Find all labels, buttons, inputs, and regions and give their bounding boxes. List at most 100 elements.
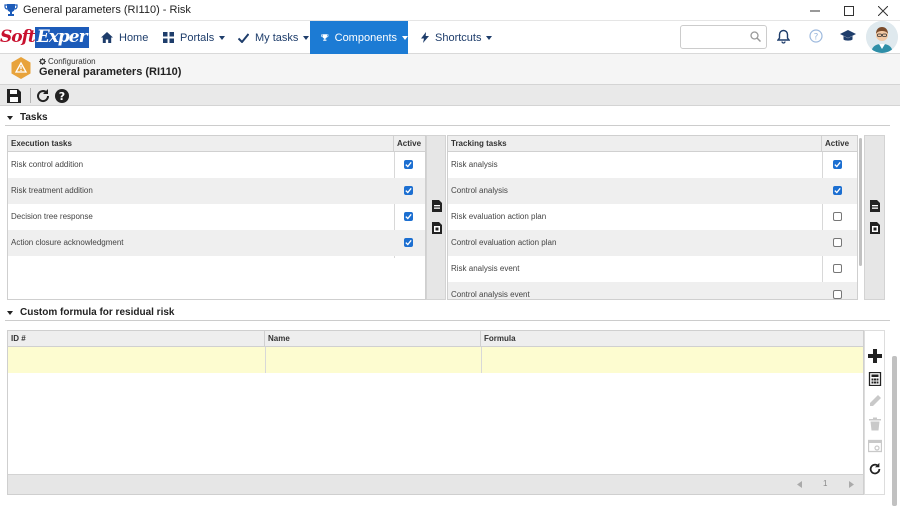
column-divider: [265, 347, 266, 373]
user-avatar-icon: [866, 21, 898, 53]
page-scrollbar[interactable]: [892, 356, 897, 506]
nav-portals[interactable]: Portals: [163, 21, 226, 54]
active-checkbox[interactable]: [833, 212, 842, 221]
close-button[interactable]: [866, 0, 900, 21]
table-row[interactable]: Control evaluation action plan: [448, 230, 857, 256]
table-row[interactable]: Risk control addition: [8, 152, 425, 178]
formula-actions-strip: [864, 330, 885, 495]
table-row[interactable]: Decision tree response: [8, 204, 425, 230]
table-row[interactable]: Risk treatment addition: [8, 178, 425, 204]
home-icon: [101, 32, 113, 43]
column-header-active[interactable]: Active: [394, 136, 426, 152]
minimize-icon: [810, 10, 820, 11]
table-row[interactable]: Control analysis: [448, 178, 857, 204]
active-checkbox[interactable]: [404, 186, 413, 195]
nav-my-tasks[interactable]: My tasks: [238, 21, 310, 54]
trophy-icon: [321, 34, 329, 41]
gear-icon: [39, 58, 46, 65]
checkmark-icon: [405, 161, 412, 168]
maximize-button[interactable]: [832, 0, 866, 21]
checkmark-icon: [834, 161, 841, 168]
breadcrumb[interactable]: Configuration: [39, 57, 96, 66]
tracking-actions-strip: [864, 135, 885, 300]
calculator-icon[interactable]: [868, 372, 882, 386]
page-title: General parameters (RI110): [39, 66, 182, 78]
document-edit-icon[interactable]: [868, 199, 882, 213]
active-checkbox[interactable]: [404, 212, 413, 221]
tasks-section-header[interactable]: Tasks: [5, 110, 890, 126]
column-header-name[interactable]: Name: [265, 331, 481, 347]
search-field[interactable]: [680, 25, 767, 49]
active-checkbox[interactable]: [833, 186, 842, 195]
svg-text:?: ?: [59, 90, 65, 103]
prev-page-icon[interactable]: [797, 481, 803, 488]
active-checkbox[interactable]: [833, 160, 842, 169]
checkmark-icon: [405, 187, 412, 194]
grid-header: Tracking tasks Active: [448, 136, 857, 152]
active-checkbox[interactable]: [833, 238, 842, 247]
bell-icon[interactable]: [777, 29, 790, 44]
softexpert-logo[interactable]: Soft Exper: [0, 26, 89, 48]
help-icon[interactable]: ?: [54, 88, 70, 104]
column-header-execution-tasks[interactable]: Execution tasks: [8, 136, 394, 152]
active-checkbox[interactable]: [833, 290, 842, 299]
active-checkbox[interactable]: [833, 264, 842, 273]
column-header-tracking-tasks[interactable]: Tracking tasks: [448, 136, 822, 152]
risk-warning-icon: [11, 57, 31, 79]
column-header-formula[interactable]: Formula: [481, 331, 864, 347]
graduation-cap-icon[interactable]: [840, 29, 856, 43]
empty-new-row[interactable]: [8, 347, 863, 373]
page-header: Configuration General parameters (RI110): [0, 54, 900, 84]
view-record-icon[interactable]: [868, 439, 882, 453]
pencil-icon[interactable]: [868, 394, 882, 408]
table-row[interactable]: Risk analysis event: [448, 256, 857, 282]
formula-grid: ID # Name Formula 1: [7, 330, 864, 495]
toolbar-separator: [30, 88, 31, 103]
column-header-id[interactable]: ID #: [8, 331, 265, 347]
top-navbar: Soft Exper Home Portals My tasks Componen…: [0, 21, 900, 54]
active-checkbox[interactable]: [404, 238, 413, 247]
document-edit-icon[interactable]: [430, 199, 444, 213]
trophy-icon: [4, 4, 18, 16]
window-titlebar: General parameters (RI110) - Risk: [0, 0, 900, 21]
tracking-grid-scrollbar[interactable]: [859, 138, 862, 266]
table-row[interactable]: Risk evaluation action plan: [448, 204, 857, 230]
table-row[interactable]: Risk analysis: [448, 152, 857, 178]
check-icon: [238, 32, 249, 43]
help-icon[interactable]: ?: [809, 29, 823, 43]
active-checkbox[interactable]: [404, 160, 413, 169]
grid-header: ID # Name Formula: [8, 331, 863, 347]
formula-section-header[interactable]: Custom formula for residual risk: [5, 305, 890, 321]
refresh-icon[interactable]: [35, 88, 51, 104]
nav-home[interactable]: Home: [101, 21, 148, 54]
collapse-caret-icon: [7, 310, 13, 315]
portals-icon: [163, 32, 174, 43]
grid-header: Execution tasks Active: [8, 136, 425, 152]
nav-shortcuts[interactable]: Shortcuts: [421, 21, 493, 54]
search-input[interactable]: [685, 26, 749, 48]
svg-text:?: ?: [814, 33, 819, 43]
grid-pager: 1: [8, 474, 863, 494]
add-icon[interactable]: [868, 349, 882, 363]
trash-icon[interactable]: [868, 417, 882, 431]
page-number[interactable]: 1: [823, 479, 827, 488]
document-copy-icon[interactable]: [868, 221, 882, 235]
checkmark-icon: [405, 239, 412, 246]
main-toolbar: ?: [0, 84, 900, 106]
tracking-tasks-grid: Tracking tasks Active Risk analysis Cont…: [447, 135, 858, 300]
next-page-icon[interactable]: [848, 481, 854, 488]
bolt-icon: [421, 32, 429, 43]
table-row[interactable]: Control analysis event: [448, 282, 857, 299]
search-icon[interactable]: [750, 31, 761, 42]
execution-tasks-grid: Execution tasks Active Risk control addi…: [7, 135, 426, 300]
nav-components[interactable]: Components: [310, 21, 408, 54]
save-icon[interactable]: [6, 88, 22, 104]
checkmark-icon: [405, 213, 412, 220]
document-copy-icon[interactable]: [430, 221, 444, 235]
column-header-active[interactable]: Active: [822, 136, 857, 152]
table-row[interactable]: Action closure acknowledgment: [8, 230, 425, 256]
column-divider: [481, 347, 482, 373]
avatar[interactable]: [866, 21, 898, 53]
minimize-button[interactable]: [798, 0, 832, 21]
refresh-icon[interactable]: [868, 462, 882, 476]
